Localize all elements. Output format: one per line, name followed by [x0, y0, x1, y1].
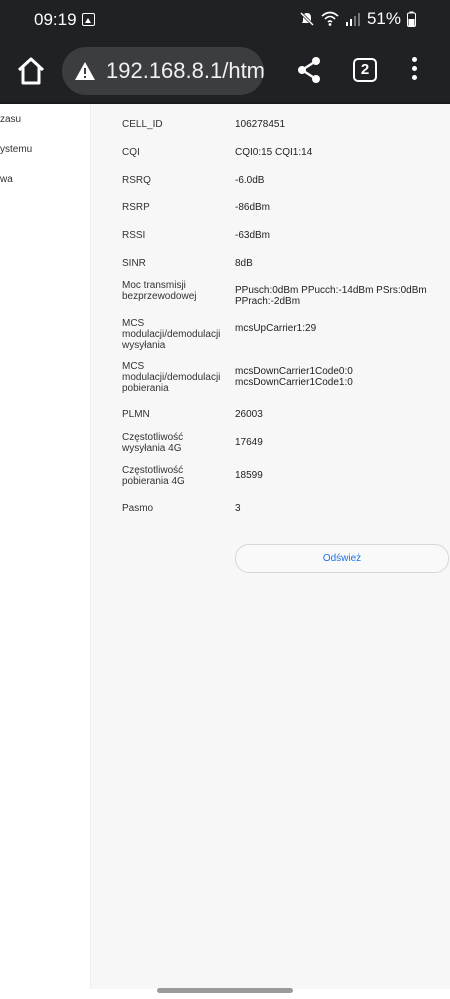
info-value: 26003 — [235, 409, 263, 420]
info-value: PPusch:0dBm PPucch:-14dBm PSrs:0dBm PPra… — [235, 285, 427, 307]
url-text[interactable]: 192.168.8.1/htm — [106, 58, 264, 84]
info-label: SINR — [122, 258, 146, 269]
info-value: 18599 — [235, 470, 263, 481]
info-label: PLMN — [122, 409, 150, 420]
info-value: 106278451 — [235, 119, 286, 130]
info-label: Częstotliwość pobierania 4G — [122, 465, 185, 487]
info-value: 8dB — [235, 258, 253, 269]
sidebar-item[interactable]: wa — [0, 174, 13, 185]
info-label: RSSI — [122, 230, 146, 241]
sidebar-item[interactable]: ystemu — [0, 144, 32, 155]
status-bar: 09:19 51% — [0, 0, 450, 40]
sidebar: zasu ystemu wa — [0, 104, 91, 989]
browser-toolbar: 192.168.8.1/htm 2 — [0, 40, 450, 102]
mute-icon — [299, 11, 315, 27]
info-value: -63dBm — [235, 230, 271, 241]
refresh-button[interactable]: Odśwież — [235, 544, 449, 573]
warning-icon[interactable] — [74, 61, 96, 81]
info-label: RSRQ — [122, 175, 151, 186]
signal-icon — [345, 13, 360, 26]
info-value: 17649 — [235, 437, 263, 448]
status-icons: 51% — [299, 9, 416, 29]
share-icon[interactable] — [296, 56, 322, 84]
address-bar[interactable]: 192.168.8.1/htm — [62, 47, 264, 95]
info-label: MCS modulacji/demodulacji pobierania — [122, 361, 221, 394]
info-label: MCS modulacji/demodulacji wysyłania — [122, 318, 221, 351]
info-label: Pasmo — [122, 503, 154, 514]
wifi-icon — [321, 11, 339, 26]
image-icon — [82, 13, 95, 26]
info-value: 3 — [235, 503, 241, 514]
menu-icon[interactable] — [408, 57, 420, 83]
info-label: RSRP — [122, 202, 150, 213]
info-label: Częstotliwość wysyłania 4G — [122, 432, 184, 454]
info-label: CQI — [122, 147, 140, 158]
battery-icon — [407, 11, 416, 27]
info-label: CELL_ID — [122, 119, 163, 130]
battery-percent: 51% — [366, 9, 401, 28]
info-label: Moc transmisji bezprzewodowej — [122, 280, 197, 302]
home-icon[interactable] — [14, 54, 48, 88]
info-value: -6.0dB — [235, 175, 265, 186]
status-time: 09:19 — [34, 10, 77, 29]
device-info-panel: CELL_ID 106278451 CQI CQI0:15 CQI1:14 RS… — [91, 104, 450, 989]
tabs-icon[interactable]: 2 — [353, 58, 377, 82]
info-value: -86dBm — [235, 202, 271, 213]
info-value: mcsDownCarrier1Code0:0 mcsDownCarrier1Co… — [235, 366, 353, 388]
info-value: mcsUpCarrier1:29 — [235, 323, 317, 334]
gesture-handle[interactable] — [157, 988, 293, 993]
info-value: CQI0:15 CQI1:14 — [235, 147, 313, 158]
sidebar-item[interactable]: zasu — [0, 114, 21, 125]
